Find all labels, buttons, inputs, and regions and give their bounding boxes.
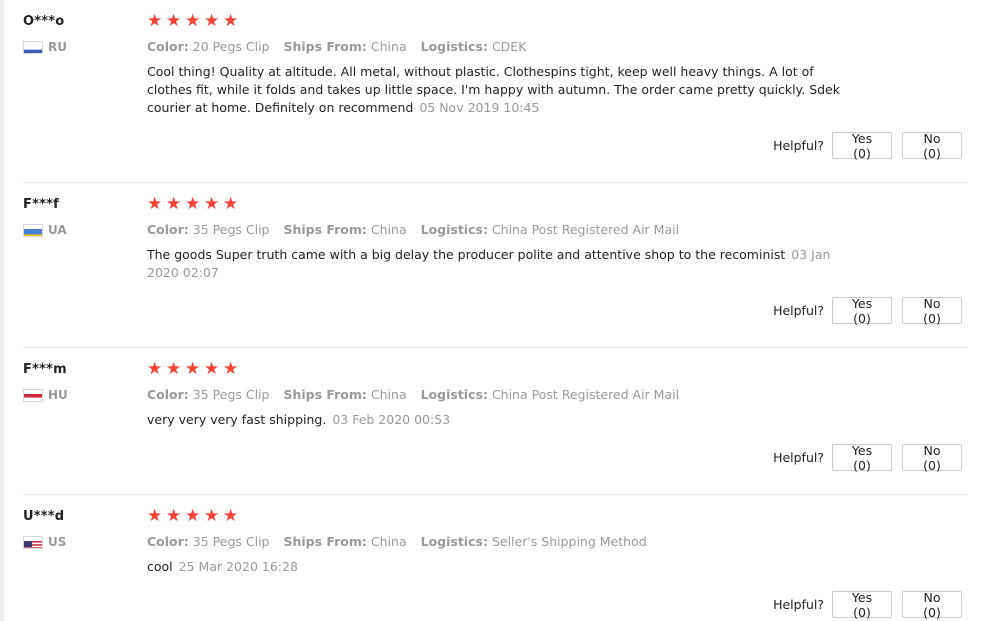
review-text: The goods Super truth came with a big de… [147, 246, 859, 282]
review-body: cool [147, 559, 173, 574]
review-meta: Color: 35 Pegs Clip Ships From: China Lo… [147, 534, 647, 549]
helpful-yes-button[interactable]: Yes (0) [832, 296, 892, 326]
ships-from-label: Ships From: [283, 387, 367, 402]
star-icon: ★ [223, 506, 239, 526]
color-value: 35 Pegs Clip [192, 222, 270, 237]
star-rating: ★ ★ ★ ★ ★ [147, 507, 241, 526]
review-divider [23, 347, 967, 348]
star-icon: ★ [166, 359, 182, 379]
star-icon: ★ [185, 194, 201, 214]
star-icon: ★ [204, 11, 220, 31]
ships-from-value: China [370, 387, 407, 402]
star-rating: ★ ★ ★ ★ ★ [147, 12, 241, 31]
helpful-controls: Helpful? Yes (0) No (0) [773, 590, 962, 620]
star-rating: ★ ★ ★ ★ ★ [147, 360, 241, 379]
star-icon: ★ [223, 359, 239, 379]
ships-from-value: China [370, 222, 407, 237]
country-code: HU [48, 388, 68, 402]
review-date: 03 Feb 2020 00:53 [332, 412, 451, 427]
star-icon: ★ [185, 11, 201, 31]
color-value: 20 Pegs Clip [192, 39, 270, 54]
ukraine-flag-icon [23, 223, 43, 237]
star-icon: ★ [166, 506, 182, 526]
ships-from-label: Ships From: [283, 222, 367, 237]
review-date: 05 Nov 2019 10:45 [419, 100, 540, 115]
country-code: US [48, 535, 67, 549]
logistics-label: Logistics: [420, 534, 488, 549]
helpful-yes-button[interactable]: Yes (0) [832, 443, 892, 473]
helpful-no-button[interactable]: No (0) [902, 131, 962, 161]
helpful-label: Helpful? [773, 450, 824, 465]
star-icon: ★ [204, 359, 220, 379]
color-label: Color: [147, 387, 189, 402]
ships-from-label: Ships From: [283, 534, 367, 549]
ships-from-value: China [370, 534, 407, 549]
reviewer-country: UA [23, 223, 67, 237]
review-divider [23, 494, 967, 495]
helpful-label: Helpful? [773, 138, 824, 153]
star-icon: ★ [147, 11, 163, 31]
color-value: 35 Pegs Clip [192, 534, 270, 549]
review-meta: Color: 20 Pegs Clip Ships From: China Lo… [147, 39, 526, 54]
star-icon: ★ [147, 506, 163, 526]
country-code: RU [48, 40, 67, 54]
helpful-label: Helpful? [773, 303, 824, 318]
star-icon: ★ [166, 11, 182, 31]
star-icon: ★ [147, 359, 163, 379]
reviewer-country: HU [23, 388, 68, 402]
review-text: Cool thing! Quality at altitude. All met… [147, 63, 859, 117]
star-icon: ★ [166, 194, 182, 214]
helpful-controls: Helpful? Yes (0) No (0) [773, 443, 962, 473]
ships-from-label: Ships From: [283, 39, 367, 54]
hungary-flag-icon [23, 388, 43, 402]
review-text: cool 25 Mar 2020 16:28 [147, 558, 859, 576]
helpful-yes-button[interactable]: Yes (0) [832, 590, 892, 620]
color-label: Color: [147, 39, 189, 54]
logistics-label: Logistics: [420, 39, 488, 54]
helpful-no-button[interactable]: No (0) [902, 443, 962, 473]
helpful-yes-button[interactable]: Yes (0) [832, 131, 892, 161]
review-divider [23, 182, 967, 183]
reviewer-name: F***m [23, 362, 67, 377]
review-meta: Color: 35 Pegs Clip Ships From: China Lo… [147, 222, 679, 237]
ships-from-value: China [370, 39, 407, 54]
helpful-label: Helpful? [773, 597, 824, 612]
star-icon: ★ [223, 11, 239, 31]
helpful-controls: Helpful? Yes (0) No (0) [773, 296, 962, 326]
star-icon: ★ [223, 194, 239, 214]
left-edge-strip [0, 0, 4, 621]
star-icon: ★ [204, 194, 220, 214]
star-rating: ★ ★ ★ ★ ★ [147, 195, 241, 214]
helpful-no-button[interactable]: No (0) [902, 590, 962, 620]
reviewer-name: F***f [23, 197, 59, 212]
logistics-label: Logistics: [420, 222, 488, 237]
review-body: very very very fast shipping. [147, 412, 327, 427]
usa-flag-icon [23, 535, 43, 549]
review-date: 25 Mar 2020 16:28 [178, 559, 298, 574]
reviewer-name: U***d [23, 509, 65, 524]
reviewer-name: O***o [23, 14, 65, 29]
star-icon: ★ [204, 506, 220, 526]
logistics-value: Seller's Shipping Method [491, 534, 647, 549]
color-label: Color: [147, 222, 189, 237]
review-body: The goods Super truth came with a big de… [147, 247, 786, 262]
country-code: UA [48, 223, 67, 237]
russia-flag-icon [23, 40, 43, 54]
logistics-value: China Post Registered Air Mail [491, 387, 680, 402]
star-icon: ★ [185, 359, 201, 379]
color-label: Color: [147, 534, 189, 549]
review-meta: Color: 35 Pegs Clip Ships From: China Lo… [147, 387, 679, 402]
star-icon: ★ [147, 194, 163, 214]
logistics-value: China Post Registered Air Mail [491, 222, 680, 237]
review-text: very very very fast shipping. 03 Feb 2020… [147, 411, 859, 429]
helpful-no-button[interactable]: No (0) [902, 296, 962, 326]
logistics-label: Logistics: [420, 387, 488, 402]
color-value: 35 Pegs Clip [192, 387, 270, 402]
logistics-value: CDEK [491, 39, 527, 54]
reviewer-country: RU [23, 40, 67, 54]
helpful-controls: Helpful? Yes (0) No (0) [773, 131, 962, 161]
reviewer-country: US [23, 535, 66, 549]
star-icon: ★ [185, 506, 201, 526]
